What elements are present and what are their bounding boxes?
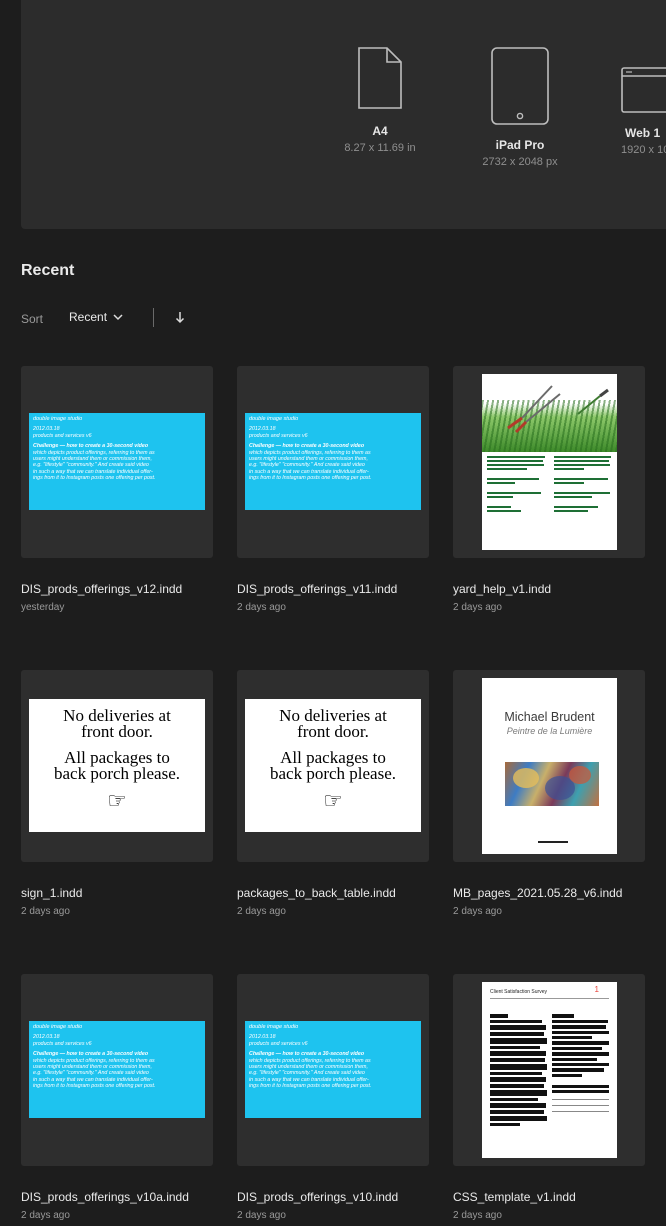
new-document-presets: A4 8.27 x 11.69 in iPad Pro 2732 x 2048 … <box>21 0 666 229</box>
file-thumbnail[interactable]: double image studio 2012.03.18 products … <box>21 974 213 1166</box>
file-date: 2 days ago <box>453 602 502 613</box>
recent-file-card[interactable]: No deliveries at front door. All packages… <box>237 670 429 917</box>
preset-a4[interactable]: A4 8.27 x 11.69 in <box>320 46 440 154</box>
file-date: 2 days ago <box>21 906 70 917</box>
file-name[interactable]: sign_1.indd <box>21 886 82 900</box>
file-name[interactable]: packages_to_back_table.indd <box>237 886 396 900</box>
file-name[interactable]: DIS_prods_offerings_v11.indd <box>237 582 397 596</box>
file-date: 2 days ago <box>237 906 286 917</box>
preset-ipad-pro[interactable]: iPad Pro 2732 x 2048 px <box>460 46 580 168</box>
recent-file-card[interactable]: double image studio 2012.03.18 products … <box>237 974 429 1221</box>
dis-preview: double image studio 2012.03.18 products … <box>29 413 205 510</box>
dis-preview: double image studio 2012.03.18 products … <box>245 1021 421 1118</box>
sign-preview: No deliveries at front door. All packages… <box>245 699 421 832</box>
preset-name: A4 <box>372 124 388 138</box>
file-thumbnail[interactable]: No deliveries at front door. All packages… <box>21 670 213 862</box>
preset-size: 2732 x 2048 px <box>482 156 558 168</box>
sort-dropdown[interactable]: Recent <box>69 310 123 324</box>
file-name[interactable]: CSS_template_v1.indd <box>453 1190 576 1204</box>
dis-preview: double image studio 2012.03.18 products … <box>245 413 421 510</box>
painting-image <box>505 762 599 806</box>
file-thumbnail[interactable]: Client Satisfaction Survey 1 <box>453 974 645 1166</box>
recent-file-card[interactable]: yard_help_v1.indd 2 days ago <box>453 366 645 613</box>
preset-name: iPad Pro <box>495 138 545 152</box>
file-name[interactable]: MB_pages_2021.05.28_v6.indd <box>453 886 622 900</box>
file-thumbnail[interactable]: double image studio 2012.03.18 products … <box>237 366 429 558</box>
sort-direction-arrow-icon[interactable] <box>172 310 188 326</box>
dis-preview: double image studio 2012.03.18 products … <box>29 1021 205 1118</box>
file-name[interactable]: DIS_prods_offerings_v12.indd <box>21 582 182 596</box>
recent-file-card[interactable]: double image studio 2012.03.18 products … <box>21 974 213 1221</box>
preset-size: 8.27 x 11.69 in <box>344 142 416 154</box>
file-name[interactable]: DIS_prods_offerings_v10.indd <box>237 1190 398 1204</box>
file-date: 2 days ago <box>237 602 286 613</box>
sign-preview: No deliveries at front door. All packages… <box>29 699 205 832</box>
sort-label: Sort <box>21 312 44 326</box>
hedge-shears-icon <box>507 385 609 434</box>
recent-file-card[interactable]: Client Satisfaction Survey 1 CSS_templat… <box>453 974 645 1221</box>
recent-file-card[interactable]: Michael Brudent Peintre de la Lumière MB… <box>453 670 645 917</box>
recent-file-card[interactable]: No deliveries at front door. All packages… <box>21 670 213 917</box>
browser-window-icon <box>621 67 666 113</box>
file-thumbnail[interactable]: No deliveries at front door. All packages… <box>237 670 429 862</box>
file-date: 2 days ago <box>453 1210 502 1221</box>
file-thumbnail[interactable]: double image studio 2012.03.18 products … <box>21 366 213 558</box>
file-date: yesterday <box>21 602 65 613</box>
pointing-hand-icon: ☞ <box>107 788 127 813</box>
preset-web[interactable]: Web 1 1920 x 10 <box>601 46 666 156</box>
document-icon <box>358 47 402 109</box>
tablet-icon <box>491 47 549 125</box>
preset-name: Web 1 <box>625 126 661 140</box>
recent-heading: Recent <box>21 262 75 279</box>
recent-file-card[interactable]: double image studio 2012.03.18 products … <box>237 366 429 613</box>
yard-help-preview <box>482 374 617 550</box>
file-name[interactable]: yard_help_v1.indd <box>453 582 551 596</box>
file-name[interactable]: DIS_prods_offerings_v10a.indd <box>21 1190 189 1204</box>
sort-divider <box>153 308 154 327</box>
sort-dropdown-value: Recent <box>69 310 108 324</box>
file-date: 2 days ago <box>21 1210 70 1221</box>
file-thumbnail[interactable] <box>453 366 645 558</box>
file-thumbnail[interactable]: Michael Brudent Peintre de la Lumière <box>453 670 645 862</box>
css-template-preview: Client Satisfaction Survey 1 <box>482 982 617 1158</box>
preset-size: 1920 x 10 <box>621 144 666 156</box>
file-thumbnail[interactable]: double image studio 2012.03.18 products … <box>237 974 429 1166</box>
pointing-hand-icon: ☞ <box>323 788 343 813</box>
recent-file-card[interactable]: double image studio 2012.03.18 products … <box>21 366 213 613</box>
file-date: 2 days ago <box>237 1210 286 1221</box>
mb-pages-preview: Michael Brudent Peintre de la Lumière <box>482 678 617 854</box>
chevron-down-icon <box>113 313 123 320</box>
file-date: 2 days ago <box>453 906 502 917</box>
